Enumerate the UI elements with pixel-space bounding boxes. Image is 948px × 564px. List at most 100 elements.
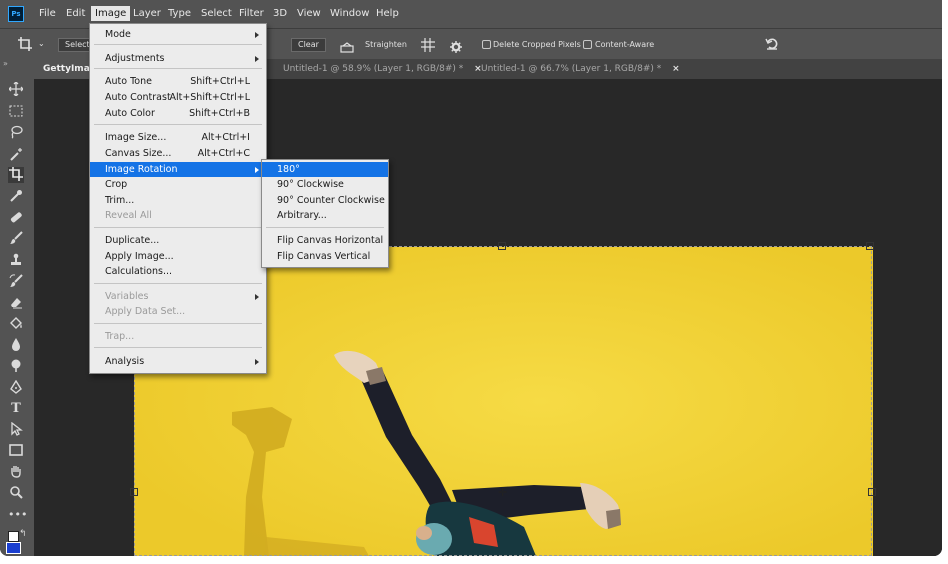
eraser-icon[interactable] (8, 295, 24, 311)
straighten-icon[interactable] (340, 38, 354, 53)
menu-item-label: Image Rotation (105, 164, 178, 175)
photoshop-logo: Ps (8, 6, 24, 22)
menu-help[interactable]: Help (376, 8, 399, 19)
lasso-icon[interactable] (8, 125, 24, 141)
tab-untitled-66[interactable]: Untitled-1 @ 66.7% (Layer 1, RGB/8#) * × (481, 59, 680, 79)
menu-filter[interactable]: Filter (239, 8, 264, 19)
menu-item-flip-vertical[interactable]: Flip Canvas Vertical (262, 249, 388, 264)
menu-item-reveal-all[interactable]: Reveal All (90, 208, 266, 223)
close-icon[interactable]: × (672, 64, 680, 74)
tab-untitled-58[interactable]: Untitled-1 @ 58.9% (Layer 1, RGB/8#) * × (283, 59, 482, 79)
menu-item-variables[interactable]: Variables (90, 289, 266, 304)
menu-edit[interactable]: Edit (66, 8, 85, 19)
rectangle-icon[interactable] (8, 443, 24, 459)
delete-cropped-checkbox[interactable] (482, 40, 491, 49)
menu-divider (266, 227, 384, 228)
image-menu-dropdown: Mode Adjustments Auto Tone Shift+Ctrl+L A… (89, 23, 267, 374)
menu-item-image-rotation[interactable]: Image Rotation (90, 162, 266, 177)
menu-image[interactable]: Image (91, 6, 131, 21)
move-icon[interactable] (8, 81, 24, 98)
blur-icon[interactable] (8, 337, 24, 353)
clear-button[interactable]: Clear (291, 38, 326, 52)
menu-item-label: Trim... (105, 195, 135, 206)
menu-item-analysis[interactable]: Analysis (90, 354, 266, 369)
menu-item-label: Auto Contrast (105, 92, 171, 103)
straighten-label[interactable]: Straighten (365, 40, 407, 49)
crop-handle-top[interactable] (498, 242, 506, 250)
paint-bucket-icon[interactable] (8, 316, 24, 332)
menu-item-rotate-90-cw[interactable]: 90° Clockwise (262, 177, 388, 192)
menu-item-shortcut: Alt+Ctrl+I (201, 132, 251, 143)
crop-handle-top-right[interactable] (866, 242, 874, 250)
menu-divider (94, 68, 262, 69)
chevron-down-icon[interactable]: ⌄ (38, 39, 45, 48)
menu-layer[interactable]: Layer (133, 8, 161, 19)
menu-type[interactable]: Type (168, 8, 191, 19)
reset-icon[interactable] (765, 36, 779, 50)
menu-item-apply-image[interactable]: Apply Image... (90, 249, 266, 264)
menu-divider (94, 283, 262, 284)
crop-handle-left[interactable] (130, 488, 138, 496)
menu-item-canvas-size[interactable]: Canvas Size... Alt+Ctrl+C (90, 146, 266, 161)
menu-item-trim[interactable]: Trim... (90, 193, 266, 208)
menu-item-rotate-180[interactable]: 180° (262, 162, 388, 177)
submenu-arrow-icon (255, 294, 259, 300)
menu-item-shortcut: Alt+Ctrl+C (197, 148, 250, 159)
menu-item-adjustments[interactable]: Adjustments (90, 51, 266, 66)
menu-file[interactable]: File (39, 8, 56, 19)
brush-icon[interactable] (8, 231, 24, 247)
menu-item-trap[interactable]: Trap... (90, 329, 266, 344)
menu-item-rotate-90-ccw[interactable]: 90° Counter Clockwise (262, 193, 388, 208)
eyedropper-icon[interactable] (8, 189, 24, 205)
hand-icon[interactable] (8, 464, 24, 480)
menu-item-label: 90° Clockwise (277, 179, 344, 190)
menu-item-arbitrary[interactable]: Arbitrary... (262, 208, 388, 223)
gear-icon[interactable] (450, 38, 462, 53)
menu-3d[interactable]: 3D (273, 8, 287, 19)
menu-select[interactable]: Select (201, 8, 232, 19)
submenu-arrow-icon (255, 32, 259, 38)
menu-item-label: 90° Counter Clockwise (277, 195, 385, 206)
menu-item-crop[interactable]: Crop (90, 177, 266, 192)
menu-item-shortcut: Shift+Ctrl+L (190, 76, 250, 87)
menu-item-image-size[interactable]: Image Size... Alt+Ctrl+I (90, 130, 266, 145)
menu-item-label: Adjustments (105, 53, 165, 64)
zoom-icon[interactable] (8, 485, 24, 501)
menu-item-duplicate[interactable]: Duplicate... (90, 233, 266, 248)
history-brush-icon[interactable] (8, 274, 24, 290)
menu-item-label: Apply Image... (105, 251, 174, 262)
menu-divider (94, 323, 262, 324)
menu-item-apply-data-set[interactable]: Apply Data Set... (90, 304, 266, 319)
menu-item-mode[interactable]: Mode (90, 27, 266, 42)
more-tools-icon[interactable]: ••• (8, 507, 27, 523)
panel-collapse-icon[interactable]: » (3, 59, 8, 68)
menu-item-label: Analysis (105, 356, 145, 367)
menu-item-auto-tone[interactable]: Auto Tone Shift+Ctrl+L (90, 74, 266, 89)
menu-item-label: Flip Canvas Horizontal (277, 235, 384, 246)
menu-item-auto-contrast[interactable]: Auto Contrast Alt+Shift+Ctrl+L (90, 90, 266, 105)
clone-stamp-icon[interactable] (8, 253, 24, 269)
overlay-grid-icon[interactable] (421, 37, 435, 52)
type-icon[interactable]: T (8, 401, 24, 417)
crop-icon[interactable] (8, 167, 24, 183)
menu-item-label: Calculations... (105, 266, 173, 277)
healing-brush-icon[interactable] (8, 210, 24, 226)
menu-item-flip-horizontal[interactable]: Flip Canvas Horizontal (262, 233, 388, 248)
dodge-icon[interactable] (8, 358, 24, 374)
menu-window[interactable]: Window (330, 8, 369, 19)
pen-icon[interactable] (8, 379, 24, 396)
swap-colors-icon[interactable]: ↰ (19, 529, 27, 539)
menu-item-label: Canvas Size... (105, 148, 172, 159)
content-aware-checkbox[interactable] (583, 40, 592, 49)
menu-item-calculations[interactable]: Calculations... (90, 264, 266, 279)
path-selection-icon[interactable] (8, 421, 24, 438)
menu-item-label: Flip Canvas Vertical (277, 251, 371, 262)
menu-item-auto-color[interactable]: Auto Color Shift+Ctrl+B (90, 106, 266, 121)
crop-handle-right[interactable] (868, 488, 876, 496)
menu-view[interactable]: View (297, 8, 321, 19)
crop-tool-preset-icon[interactable] (16, 36, 34, 52)
marquee-icon[interactable] (8, 104, 24, 120)
default-colors-icon[interactable] (8, 531, 19, 542)
magic-wand-icon[interactable] (8, 147, 24, 163)
foreground-color-swatch[interactable] (6, 542, 21, 554)
